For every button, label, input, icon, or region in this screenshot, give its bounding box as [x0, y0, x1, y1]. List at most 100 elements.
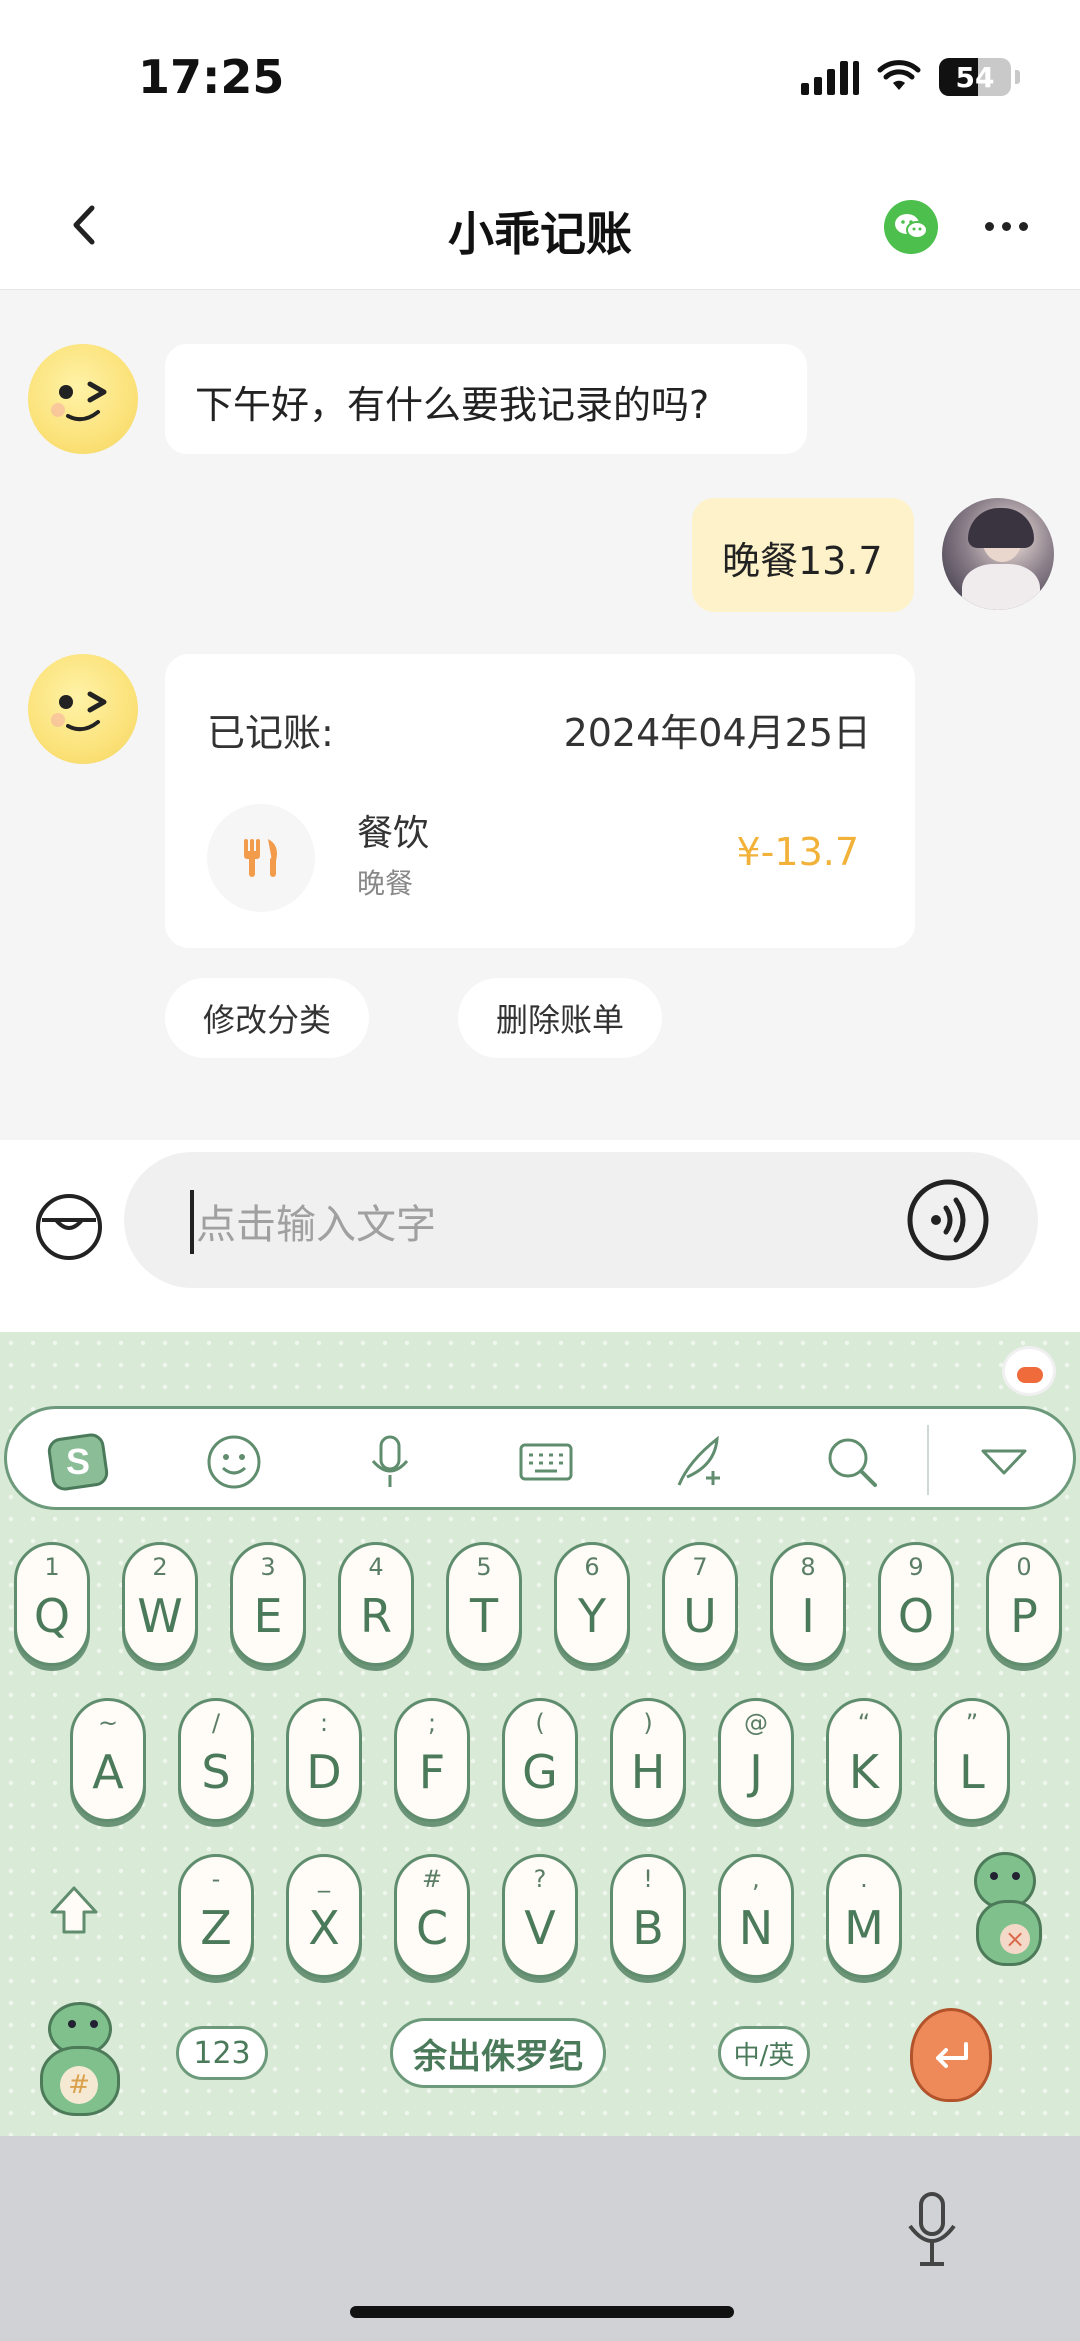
mic-icon[interactable] — [359, 1431, 421, 1493]
wifi-icon — [877, 60, 921, 90]
key-secondary-label: 9 — [908, 1553, 924, 1581]
key-t[interactable]: 5T — [446, 1542, 522, 1666]
key-secondary-label: @ — [744, 1709, 768, 1737]
key-label: K — [848, 1745, 880, 1799]
key-v[interactable]: ? V — [502, 1854, 578, 1978]
input-placeholder: 点击输入文字 — [196, 1202, 436, 1248]
more-button[interactable] — [985, 222, 1028, 231]
shift-key[interactable] — [46, 1882, 102, 1938]
key-o[interactable]: 9O — [878, 1542, 954, 1666]
wallet-icon[interactable] — [34, 1192, 104, 1262]
key-secondary-label: 1 — [44, 1553, 60, 1581]
wechat-icon — [895, 214, 928, 239]
key-c[interactable]: # C — [394, 1854, 470, 1978]
key-secondary-label: 8 — [800, 1553, 816, 1581]
voice-input-button[interactable] — [906, 1178, 990, 1262]
key-secondary-label: _ — [318, 1865, 330, 1893]
key-label: T — [469, 1589, 499, 1643]
key-secondary-label: ) — [643, 1709, 653, 1737]
number-key[interactable]: 123 — [176, 2026, 268, 2080]
language-switch-key[interactable]: 中/英 — [718, 2026, 810, 2080]
key-e[interactable]: 3E — [230, 1542, 306, 1666]
handwrite-icon[interactable] — [669, 1431, 731, 1493]
key-secondary-label: ; — [427, 1709, 437, 1737]
key-k[interactable]: “K — [826, 1698, 902, 1822]
nav-header: 小乖记账 — [0, 160, 1080, 290]
space-key[interactable]: 余出侏罗纪 — [390, 2018, 606, 2088]
record-amount: ¥-13.7 — [736, 830, 860, 874]
keyboard-icon[interactable] — [515, 1431, 577, 1493]
key-l[interactable]: ” L — [934, 1698, 1010, 1822]
key-g[interactable]: (G — [502, 1698, 578, 1822]
toolbar-divider — [927, 1425, 929, 1495]
key-n[interactable]: ,N — [718, 1854, 794, 1978]
key-f[interactable]: ; F — [394, 1698, 470, 1822]
key-secondary-label: 2 — [152, 1553, 168, 1581]
key-label: O — [897, 1589, 935, 1643]
key-u[interactable]: 7U — [662, 1542, 738, 1666]
key-w[interactable]: 2W — [122, 1542, 198, 1666]
battery-icon: 54 — [939, 58, 1011, 96]
key-label: Q — [33, 1589, 71, 1643]
key-i[interactable]: 8I — [770, 1542, 846, 1666]
key-label: G — [522, 1745, 558, 1799]
category-note: 晚餐 — [357, 867, 414, 900]
sogou-logo-icon[interactable]: S — [47, 1431, 109, 1493]
key-p[interactable]: 0P — [986, 1542, 1062, 1666]
key-z[interactable]: -Z — [178, 1854, 254, 1978]
return-key[interactable] — [910, 2008, 992, 2102]
key-j[interactable]: @ J — [718, 1698, 794, 1822]
key-secondary-label: 6 — [584, 1553, 600, 1581]
keyboard-mascot-icon[interactable] — [1002, 1346, 1056, 1396]
key-label: H — [630, 1745, 666, 1799]
category-icon-wrap — [207, 804, 315, 912]
key-s[interactable]: / S — [178, 1698, 254, 1822]
key-label: J — [749, 1745, 763, 1799]
emoji-icon[interactable] — [203, 1431, 265, 1493]
key-q[interactable]: 1Q — [14, 1542, 90, 1666]
key-secondary-label: ” — [965, 1709, 979, 1737]
message-input[interactable]: 点击输入文字 — [124, 1152, 1038, 1288]
hash-icon: # — [60, 2066, 98, 2104]
chat-area[interactable]: 下午好，有什么要我记录的吗? 晚餐13.7 已记账: 2024年04月25日 餐… — [0, 290, 1080, 1140]
bot-avatar[interactable] — [28, 654, 138, 764]
search-icon[interactable] — [821, 1431, 883, 1493]
dictation-mic-icon[interactable] — [902, 2190, 962, 2270]
key-label: U — [683, 1589, 717, 1643]
home-indicator[interactable] — [350, 2306, 734, 2318]
bot-message-text: 下午好，有什么要我记录的吗? — [195, 383, 710, 427]
key-secondary-label: 4 — [368, 1553, 384, 1581]
key-secondary-label: : — [319, 1709, 329, 1737]
key-x[interactable]: _ X — [286, 1854, 362, 1978]
key-d[interactable]: :D — [286, 1698, 362, 1822]
collapse-icon[interactable] — [973, 1431, 1035, 1493]
key-secondary-label: ! — [643, 1865, 653, 1893]
key-secondary-label: ? — [533, 1865, 547, 1893]
key-secondary-label: , — [752, 1865, 760, 1893]
edit-category-button[interactable]: 修改分类 — [165, 978, 369, 1058]
bottom-bar — [0, 2136, 1080, 2341]
wechat-button[interactable] — [884, 200, 938, 254]
key-label: V — [524, 1901, 556, 1955]
battery-level: 54 — [955, 60, 995, 94]
bot-message-bubble: 下午好，有什么要我记录的吗? — [165, 344, 807, 454]
key-m[interactable]: .M — [826, 1854, 902, 1978]
key-label: P — [1010, 1589, 1038, 1643]
battery-tip — [1015, 70, 1020, 84]
record-card[interactable]: 已记账: 2024年04月25日 餐饮 晚餐 ¥-13.7 — [165, 654, 915, 948]
record-date: 2024年04月25日 — [563, 711, 871, 755]
bot-avatar[interactable] — [28, 344, 138, 454]
key-a[interactable]: ~ A — [70, 1698, 146, 1822]
key-b[interactable]: ! B — [610, 1854, 686, 1978]
svg-text:S: S — [66, 1441, 90, 1482]
key-label: S — [201, 1745, 231, 1799]
delete-bill-button[interactable]: 删除账单 — [458, 978, 662, 1058]
key-h[interactable]: ) H — [610, 1698, 686, 1822]
category-name: 餐饮 — [357, 813, 430, 854]
key-label: D — [306, 1745, 342, 1799]
delete-key[interactable]: × — [966, 1852, 1050, 1972]
user-avatar[interactable] — [942, 498, 1054, 610]
key-y[interactable]: 6Y — [554, 1542, 630, 1666]
symbol-dino-key[interactable]: # — [22, 2002, 132, 2122]
key-r[interactable]: 4R — [338, 1542, 414, 1666]
